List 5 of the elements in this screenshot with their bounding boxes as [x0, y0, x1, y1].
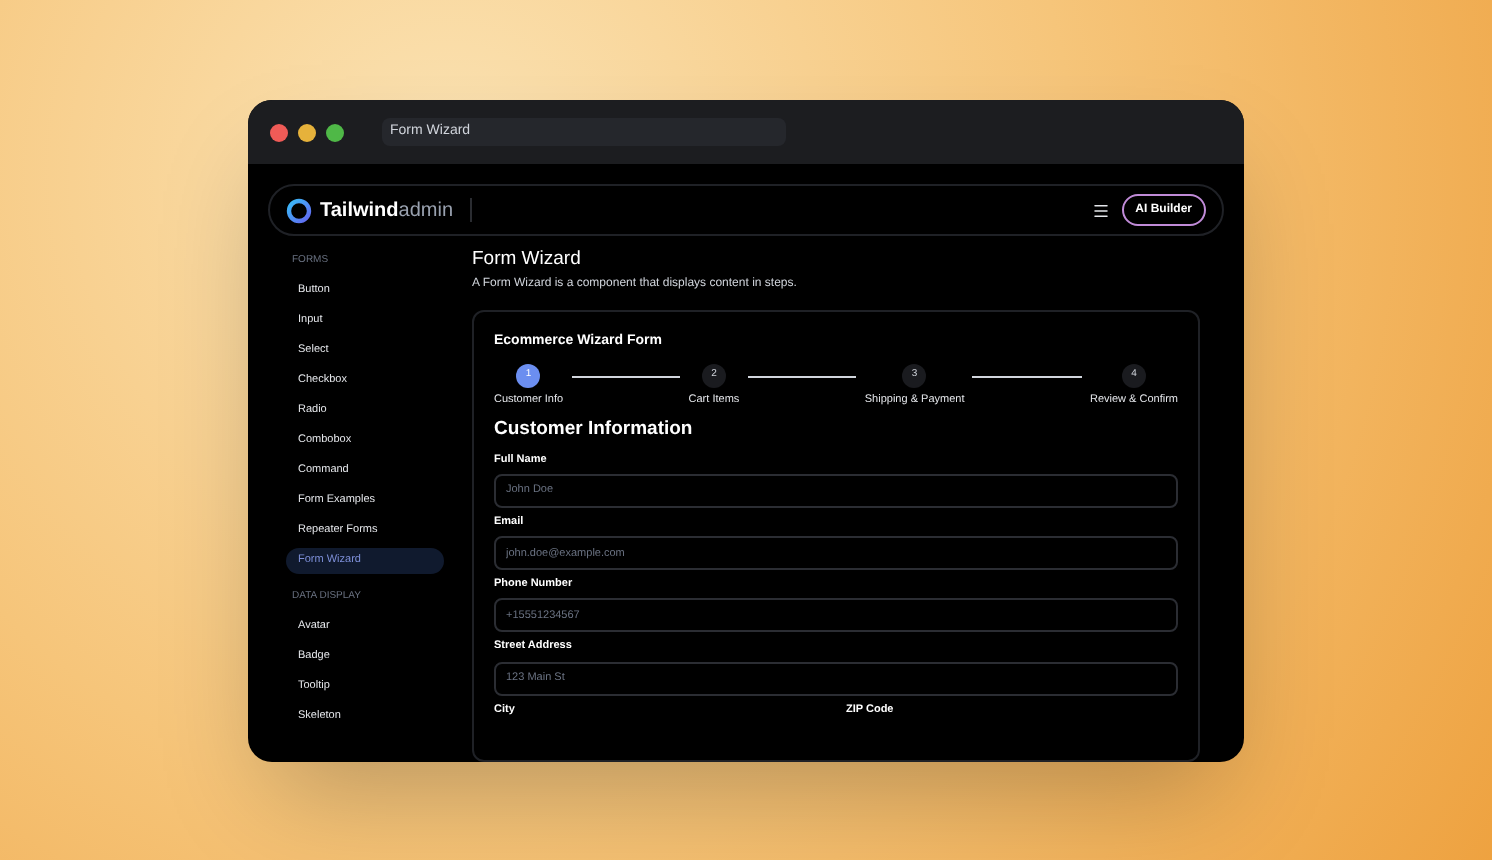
- page-title: Form Wizard: [472, 250, 583, 269]
- ring-logo-icon: [286, 197, 312, 223]
- menu-icon[interactable]: [1091, 201, 1110, 219]
- section-title: Customer Information: [494, 416, 695, 445]
- brand-logo: Tailwindadmin: [320, 197, 454, 225]
